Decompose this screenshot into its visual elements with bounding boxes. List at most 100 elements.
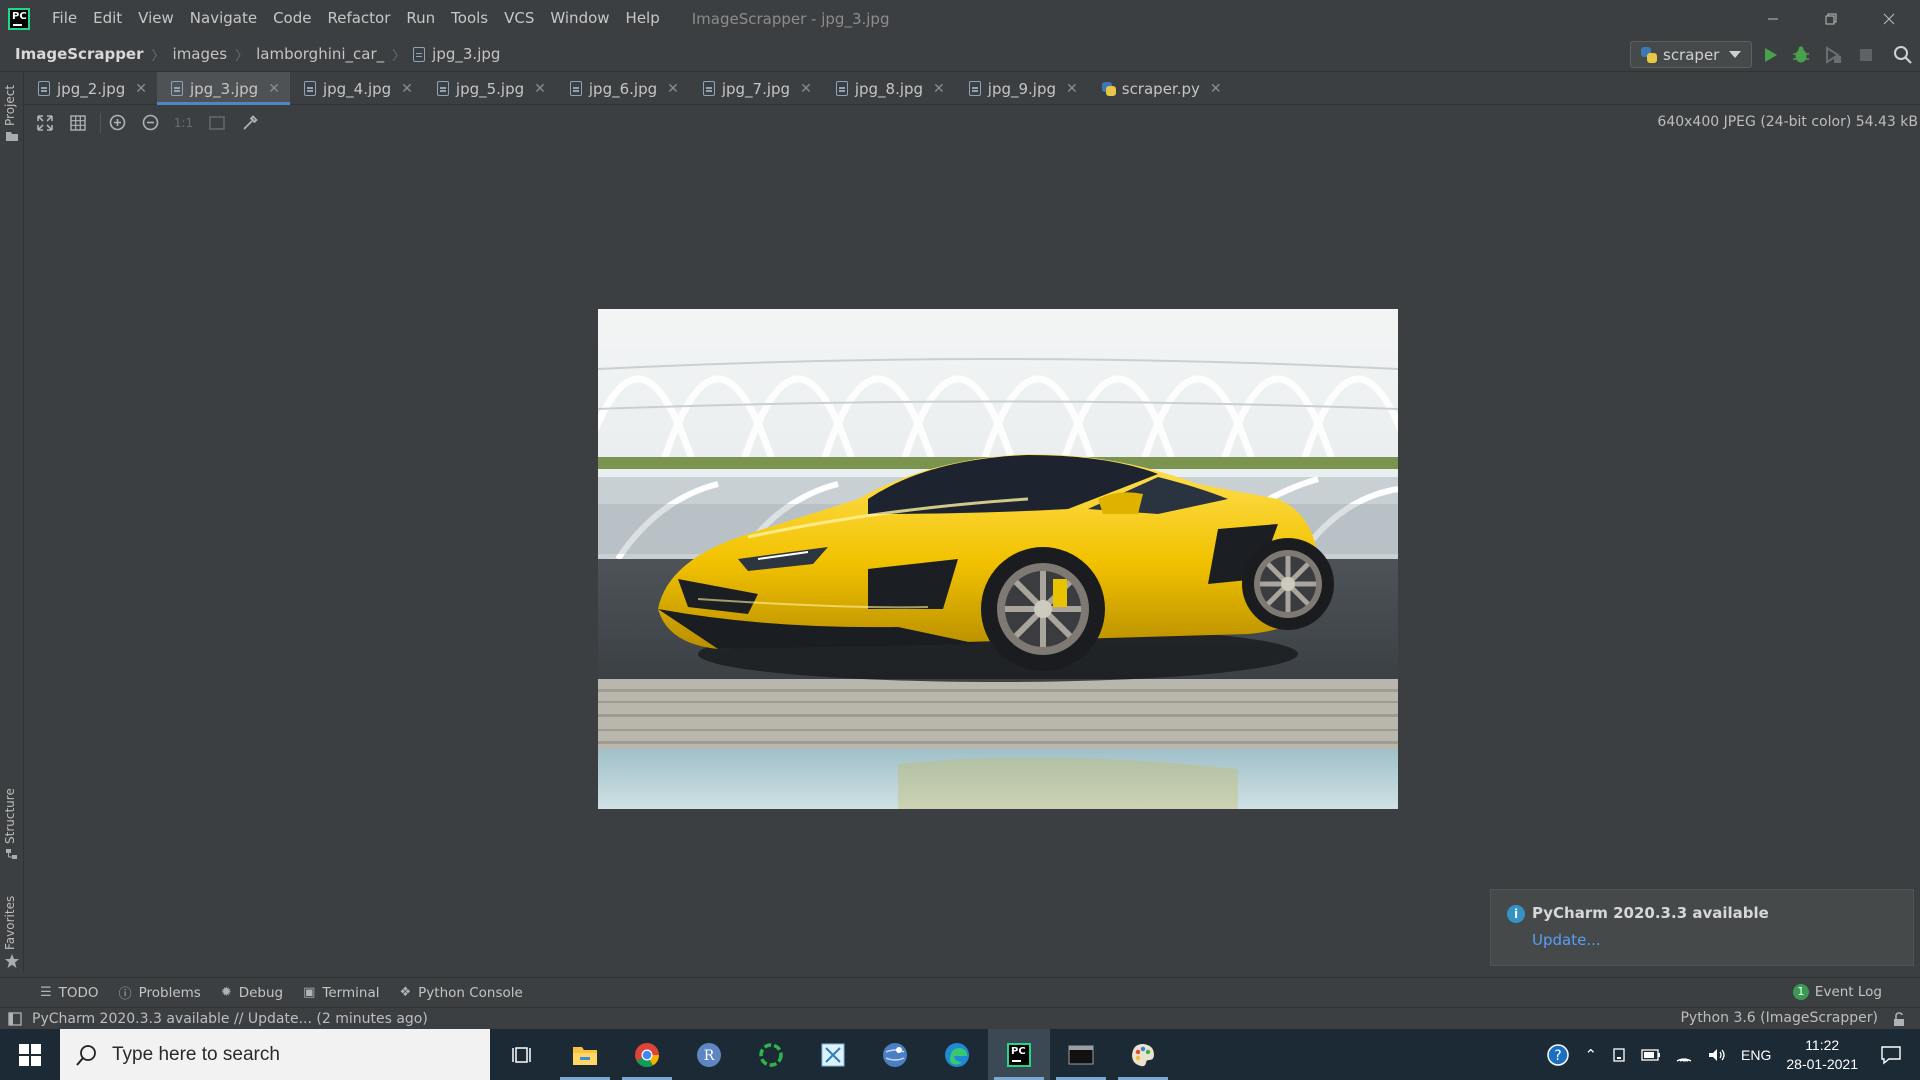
python-console-tool-button[interactable]: ❖ Python Console — [399, 985, 522, 1001]
run-with-coverage-icon[interactable] — [1823, 45, 1843, 65]
close-tab-icon[interactable]: ✕ — [268, 81, 280, 97]
structure-tool-button[interactable]: Structure — [0, 784, 24, 864]
taskbar-search-box[interactable]: Type here to search — [60, 1029, 490, 1080]
taskbar-command-prompt[interactable] — [1050, 1029, 1112, 1080]
menu-edit[interactable]: Edit — [85, 0, 130, 37]
start-button[interactable] — [0, 1029, 60, 1080]
svg-text:R: R — [704, 1048, 715, 1064]
expand-icon — [36, 114, 53, 131]
zoom-out-icon — [142, 114, 159, 131]
close-tab-icon[interactable]: ✕ — [800, 81, 812, 97]
favorites-tool-button[interactable]: Favorites — [0, 880, 24, 970]
tab-jpg-2[interactable]: jpg_2.jpg ✕ — [24, 72, 157, 105]
image-file-icon — [38, 81, 50, 96]
run-configuration-select[interactable]: scraper — [1630, 41, 1753, 68]
menu-view[interactable]: View — [130, 0, 182, 37]
close-tab-icon[interactable]: ✕ — [401, 81, 413, 97]
toggle-tool-windows-icon[interactable] — [8, 1011, 22, 1026]
close-window-button[interactable] — [1860, 0, 1918, 37]
breadcrumb-project[interactable]: ImageScrapper — [15, 45, 144, 63]
taskbar-sync-app[interactable] — [740, 1029, 802, 1080]
toggle-grid-button[interactable] — [61, 106, 94, 139]
clock[interactable]: 11:22 28-01-2021 — [1786, 1036, 1858, 1074]
tab-jpg-6[interactable]: jpg_6.jpg ✕ — [556, 72, 689, 105]
menu-help[interactable]: Help — [618, 0, 668, 37]
zoom-out-button[interactable] — [134, 106, 167, 139]
chevron-down-icon — [1729, 50, 1742, 58]
actual-size-button[interactable]: 1:1 — [167, 106, 200, 139]
input-language[interactable]: ENG — [1741, 1047, 1771, 1063]
image-file-icon — [170, 81, 183, 96]
menu-code[interactable]: Code — [265, 0, 319, 37]
taskbar-chrome[interactable] — [616, 1029, 678, 1080]
chevron-up-icon[interactable]: ⌃ — [1584, 1046, 1597, 1064]
taskbar-pycharm[interactable]: PC — [988, 1029, 1050, 1080]
update-notification: i PyCharm 2020.3.3 available Update... — [1490, 889, 1914, 966]
close-tab-icon[interactable]: ✕ — [135, 81, 147, 97]
menu-run[interactable]: Run — [398, 0, 443, 37]
taskbar-edge[interactable] — [926, 1029, 988, 1080]
menu-vcs[interactable]: VCS — [496, 0, 542, 37]
problems-tool-button[interactable]: ⓘ Problems — [119, 983, 201, 1003]
svg-text:?: ? — [1555, 1048, 1562, 1064]
wifi-icon[interactable] — [1675, 1047, 1693, 1063]
close-tab-icon[interactable]: ✕ — [1066, 81, 1078, 97]
tab-jpg-9[interactable]: jpg_9.jpg ✕ — [955, 72, 1088, 105]
debug-tool-button[interactable]: ✹ Debug — [221, 985, 283, 1001]
help-icon[interactable]: ? — [1546, 1043, 1570, 1067]
pycharm-icon: PC — [1007, 1042, 1031, 1067]
tab-jpg-5[interactable]: jpg_5.jpg ✕ — [423, 72, 556, 105]
project-tool-button[interactable]: Project — [0, 72, 24, 144]
notification-center-icon[interactable] — [1880, 1045, 1902, 1065]
tab-jpg-4[interactable]: jpg_4.jpg ✕ — [290, 72, 423, 105]
interpreter-selector[interactable]: Python 3.6 (ImageScrapper) — [1680, 1010, 1878, 1026]
restore-button[interactable] — [1802, 0, 1860, 37]
volume-icon[interactable] — [1707, 1047, 1727, 1063]
minimize-button[interactable] — [1744, 0, 1802, 37]
breadcrumb-file[interactable]: jpg_3.jpg — [432, 45, 500, 63]
device-icon[interactable] — [1611, 1047, 1627, 1063]
search-icon[interactable] — [1893, 45, 1913, 65]
zoom-in-button[interactable] — [101, 106, 134, 139]
tab-jpg-7[interactable]: jpg_7.jpg ✕ — [689, 72, 822, 105]
tab-jpg-3[interactable]: jpg_3.jpg ✕ — [156, 72, 290, 105]
folder-icon — [6, 132, 18, 141]
tab-scraper-py[interactable]: scraper.py ✕ — [1088, 72, 1232, 105]
close-tab-icon[interactable]: ✕ — [534, 81, 546, 97]
breadcrumb-folder[interactable]: lamborghini_car_ — [256, 45, 384, 63]
color-picker-button[interactable] — [233, 106, 266, 139]
terminal-tool-button[interactable]: ▣ Terminal — [303, 985, 379, 1001]
windows-logo-icon — [19, 1043, 41, 1066]
fit-to-window-button[interactable] — [28, 106, 61, 139]
event-log-button[interactable]: 1 Event Log — [1792, 984, 1882, 1000]
menu-navigate[interactable]: Navigate — [182, 0, 265, 37]
taskbar-paint[interactable] — [1112, 1029, 1174, 1080]
eyedropper-icon — [242, 114, 258, 130]
debug-icon[interactable] — [1791, 45, 1811, 65]
taskbar-file-explorer[interactable] — [554, 1029, 616, 1080]
taskbar-r-app[interactable]: R — [678, 1029, 740, 1080]
battery-icon[interactable] — [1641, 1048, 1661, 1061]
tab-jpg-8[interactable]: jpg_8.jpg ✕ — [822, 72, 955, 105]
menu-window[interactable]: Window — [542, 0, 617, 37]
run-icon[interactable] — [1760, 45, 1780, 65]
stop-icon[interactable] — [1856, 45, 1876, 65]
breadcrumb-images[interactable]: images — [173, 45, 228, 63]
menu-file[interactable]: File — [44, 0, 85, 37]
update-link[interactable]: Update... — [1532, 931, 1601, 949]
fit-zoom-button[interactable] — [200, 106, 233, 139]
taskbar-globe-app[interactable] — [864, 1029, 926, 1080]
todo-tool-button[interactable]: ☰ TODO — [40, 985, 99, 1001]
clock-date: 28-01-2021 — [1786, 1055, 1858, 1072]
problems-label: Problems — [138, 984, 201, 1001]
menu-refactor[interactable]: Refactor — [319, 0, 398, 37]
menu-tools[interactable]: Tools — [443, 0, 496, 37]
unlock-icon[interactable] — [1892, 1012, 1906, 1026]
status-bar: PyCharm 2020.3.3 available // Update... … — [0, 1007, 1920, 1029]
close-tab-icon[interactable]: ✕ — [933, 81, 945, 97]
close-tab-icon[interactable]: ✕ — [1210, 81, 1222, 97]
taskbar-snipping-tool[interactable] — [802, 1029, 864, 1080]
status-message[interactable]: PyCharm 2020.3.3 available // Update... … — [32, 1011, 428, 1027]
task-view-button[interactable] — [492, 1029, 554, 1080]
close-tab-icon[interactable]: ✕ — [667, 81, 679, 97]
